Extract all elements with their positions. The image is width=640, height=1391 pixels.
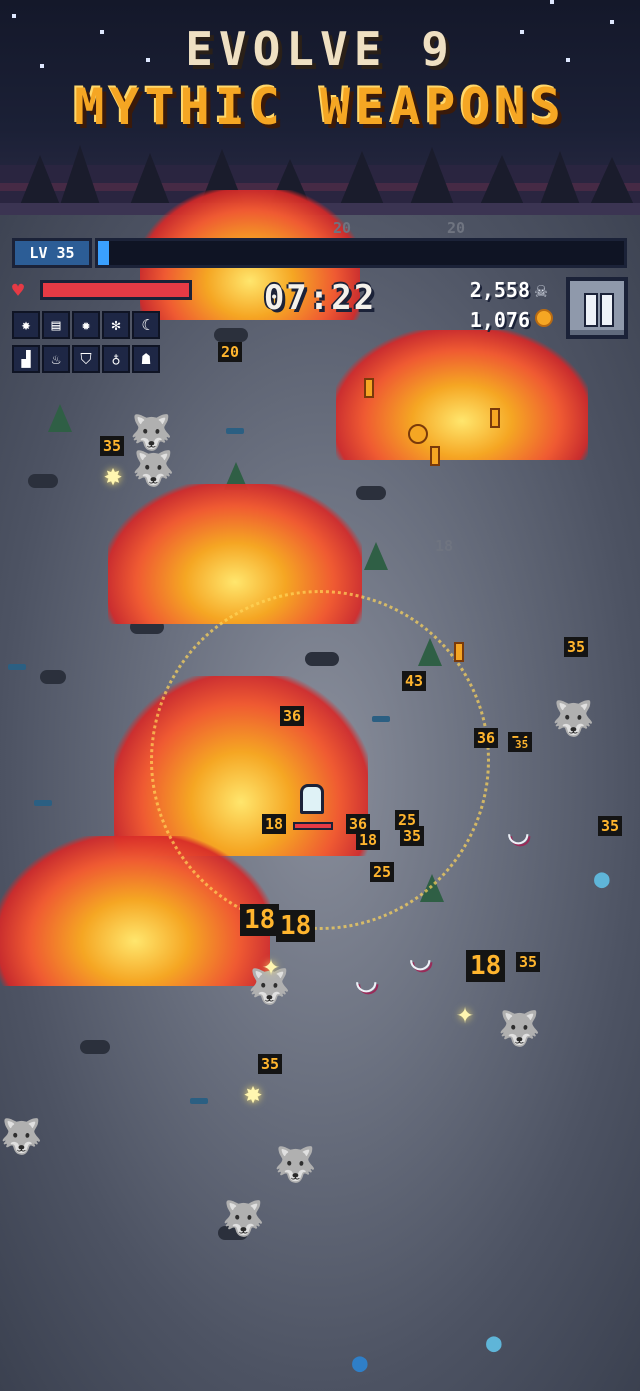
- pine-tree: [48, 404, 72, 432]
- shield-icon: ⛉: [80, 350, 92, 368]
- rock: [40, 670, 66, 684]
- damage-number: 18: [356, 830, 381, 850]
- skull-icon: ☠: [535, 278, 548, 302]
- moon-icon: ☾: [141, 316, 151, 334]
- player-level-badge: LV 35: [12, 238, 92, 268]
- pause-button[interactable]: [566, 277, 628, 339]
- damage-number: 18: [435, 537, 454, 555]
- water-crack: [8, 664, 26, 670]
- damage-number: 35: [598, 816, 623, 836]
- passive-slot: ♁: [102, 345, 130, 373]
- rock: [80, 1040, 110, 1054]
- snowflake-icon: ✻: [111, 316, 121, 334]
- passive-slot: ♨: [42, 345, 70, 373]
- sun-burst-icon: ✹: [81, 316, 91, 334]
- heart-icon: ♥: [12, 278, 25, 302]
- damage-number: 36: [280, 706, 305, 726]
- spark-effect: ✸: [104, 458, 123, 493]
- survival-timer: 07:22: [263, 278, 377, 318]
- boomerang-projectile: ◡: [410, 938, 431, 978]
- damage-number: 35: [400, 826, 425, 846]
- lightning-star-icon: ✸: [21, 316, 31, 334]
- damage-number: 18: [276, 910, 316, 942]
- damage-number: 20: [333, 219, 352, 237]
- pine-tree: [364, 542, 388, 570]
- boomerang-projectile: ◡: [356, 960, 377, 1000]
- wolf-enemy: 🐺: [552, 699, 595, 739]
- damage-number: 43: [402, 671, 427, 691]
- damage-number: 20: [447, 219, 466, 237]
- boomerang-projectile: ◡: [508, 812, 529, 852]
- wolf-enemy: 🐺: [130, 413, 173, 453]
- player-character: [296, 780, 328, 820]
- damage-number: 35: [100, 436, 125, 456]
- coin-pickup: [408, 424, 428, 444]
- spark-effect: ✦: [456, 996, 475, 1031]
- fire-scroll-icon: ▤: [51, 316, 61, 334]
- coin-pickup: [430, 446, 440, 466]
- weapon-slot: ▤: [42, 311, 70, 339]
- damage-number: 35: [516, 952, 541, 972]
- hp-bar-fill: [43, 283, 189, 297]
- boot-icon: ▟: [21, 350, 31, 368]
- water-crack: [190, 1098, 208, 1104]
- damage-number: 18: [240, 904, 280, 936]
- coin-pickup: [364, 378, 374, 398]
- spark-effect: ✸: [244, 1076, 263, 1111]
- weapon-slot: ✹: [72, 311, 100, 339]
- damage-number: 35: [564, 637, 589, 657]
- xp-bar: [95, 238, 627, 268]
- slime-enemy: ●: [486, 1328, 502, 1358]
- weapon-slot: ✻: [102, 311, 130, 339]
- wolf-enemy: 🐺: [222, 1199, 265, 1239]
- damage-number: 36: [474, 728, 499, 748]
- damage-number: 18: [262, 814, 287, 834]
- slime-enemy: ●: [352, 1348, 368, 1378]
- slime-enemy: ●: [594, 864, 610, 894]
- passive-slot: ⛉: [72, 345, 100, 373]
- ghost-icon: ☗: [141, 350, 151, 368]
- promo-banner: EVOLVE 9 MYTHIC WEAPONS: [0, 0, 640, 215]
- damage-number: 25: [370, 862, 395, 882]
- wolf-enemy: 🐺: [132, 449, 175, 489]
- damage-number: 35: [512, 738, 532, 752]
- spark-effect: ✦: [262, 948, 281, 983]
- coin-counter: 1,076: [469, 308, 530, 332]
- coin-pickup: [454, 642, 464, 662]
- star: [550, 0, 554, 4]
- player-hp-bar: [293, 822, 333, 830]
- banner-title: EVOLVE 9: [185, 22, 455, 76]
- hp-bar: [40, 280, 192, 300]
- pause-icon: [600, 293, 614, 327]
- damage-number: 35: [258, 1054, 283, 1074]
- pot-icon: ♨: [51, 350, 61, 368]
- orbit-ring: [150, 590, 490, 930]
- passive-slot: ▟: [12, 345, 40, 373]
- water-crack: [34, 800, 52, 806]
- coin-pickup: [490, 408, 500, 428]
- star: [12, 14, 16, 18]
- wolf-enemy: 🐺: [498, 1009, 541, 1049]
- damage-number: 20: [218, 342, 243, 362]
- water-crack: [226, 428, 244, 434]
- xp-bar-fill: [98, 241, 109, 265]
- wolf-enemy: 🐺: [274, 1145, 317, 1185]
- wolf-enemy: 🐺: [0, 1117, 43, 1157]
- damage-number: 18: [466, 950, 506, 982]
- passive-slot: ☗: [132, 345, 160, 373]
- weapon-slot: ✸: [12, 311, 40, 339]
- rock: [28, 474, 58, 488]
- player-sprite: [300, 784, 324, 814]
- coin-icon: [535, 309, 553, 327]
- potion-icon: ♁: [111, 350, 121, 368]
- weapon-slot: ☾: [132, 311, 160, 339]
- pause-icon: [584, 293, 598, 327]
- kill-counter: 2,558: [469, 278, 530, 302]
- rock: [214, 328, 248, 342]
